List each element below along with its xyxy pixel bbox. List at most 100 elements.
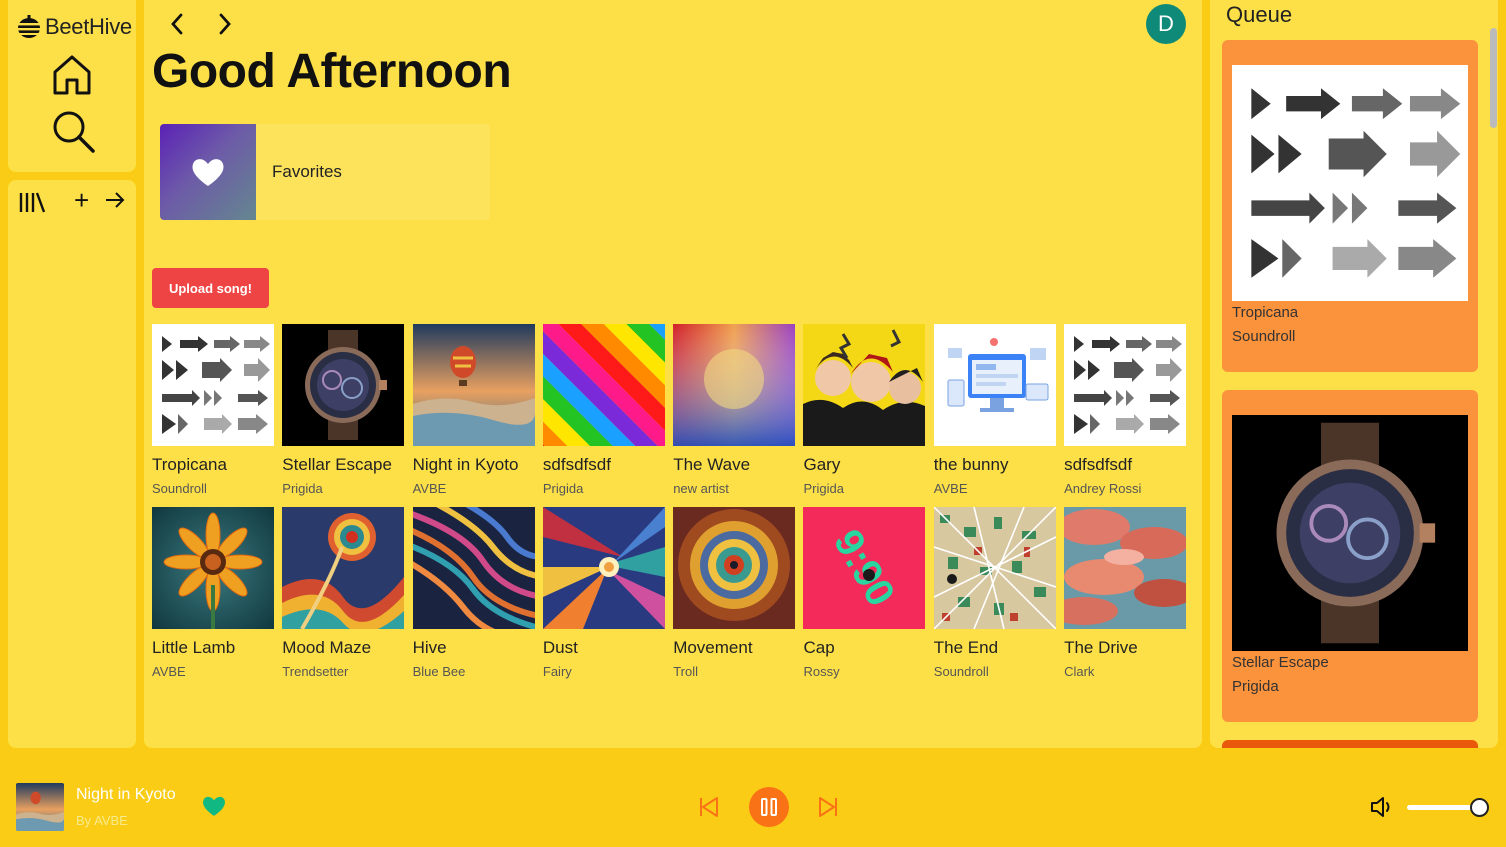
volume-button[interactable] [1369,795,1395,824]
album-art [1064,507,1187,629]
song-artist: AVBE [933,481,968,496]
song-title: Mood Maze [282,638,372,657]
album-art [933,324,1056,446]
song-card[interactable]: Tropicana Soundroll [152,324,274,507]
chevron-right-icon [219,13,231,35]
song-card[interactable]: The End Soundroll [933,507,1056,690]
previous-button[interactable] [697,795,721,824]
skip-back-icon [700,797,718,817]
song-card[interactable]: Hive Blue Bee [412,507,535,690]
song-title: sdfsdfsdf [1064,455,1133,474]
volume-icon [1371,797,1390,817]
arrow-right-icon [106,192,125,208]
queue-panel: Queue Tropicana Soundroll Stellar Escape… [1210,0,1498,748]
skip-forward-icon [819,797,837,817]
volume-slider-track[interactable] [1407,805,1479,810]
song-artist: Troll [673,664,698,679]
queue-item-artist: Prigida [1232,678,1279,695]
song-artist: Prigida [282,481,323,496]
song-title: Dust [542,638,578,657]
queue-item[interactable]: Stellar Escape Prigida [1222,390,1478,722]
song-card[interactable]: The Drive Clark [1064,507,1187,690]
next-button[interactable] [816,795,840,824]
song-card[interactable]: Night in Kyoto AVBE [412,324,535,507]
user-avatar[interactable]: D [1146,4,1186,44]
now-playing-artist[interactable]: By AVBE [76,813,128,828]
song-title: Hive [412,638,447,657]
queue-title: Queue [1226,2,1293,27]
search-icon [53,111,95,153]
song-title: sdfsdfsdf [542,455,611,474]
song-card[interactable]: Movement Troll [673,507,796,690]
heart-icon [192,159,224,186]
library-panel: + [8,180,136,748]
song-card[interactable]: The Wave new artist [673,324,796,507]
song-artist: new artist [673,481,729,496]
pause-button[interactable] [749,787,789,827]
queue-item-title: Stellar Escape [1232,654,1329,671]
song-card[interactable]: Gary Prigida [803,324,926,507]
album-art [282,324,405,446]
song-title: Gary [803,455,841,474]
favorites-art [160,124,256,220]
song-title: Tropicana [152,455,227,474]
back-button[interactable] [168,12,186,41]
song-title: Stellar Escape [282,455,392,474]
album-art [152,507,274,629]
app-logo[interactable]: BeetHive [16,14,132,40]
queue-album-art [1232,415,1468,651]
library-button[interactable] [18,190,46,214]
queue-item-artist: Soundroll [1232,328,1296,345]
album-art [933,507,1056,629]
song-artist: AVBE [412,481,447,496]
album-art [673,324,796,446]
album-art [673,507,796,629]
queue-album-art [1232,65,1468,301]
search-button[interactable] [52,110,96,154]
favorites-card[interactable]: Favorites [160,124,490,220]
queue-item[interactable] [1222,740,1478,748]
queue-item[interactable]: Tropicana Soundroll [1222,40,1478,372]
song-grid: Tropicana Soundroll Stellar Escape Prigi… [152,324,1187,690]
album-art [803,324,926,446]
expand-library-button[interactable] [104,190,126,215]
library-icon [19,192,46,213]
like-button[interactable] [202,795,226,822]
song-title: The Wave [673,455,751,474]
nav-panel: BeetHive [8,0,136,172]
heart-icon [203,796,225,816]
home-icon [53,55,91,95]
song-artist: Prigida [542,481,584,496]
queue-item-title: Tropicana [1232,304,1299,321]
song-title: the bunny [933,455,1009,474]
song-artist: Rossy [803,664,840,679]
forward-button[interactable] [216,12,234,41]
pause-icon [761,798,777,816]
home-button[interactable] [52,54,92,96]
song-card[interactable]: sdfsdfsdf Andrey Rossi [1064,324,1187,507]
song-artist: Clark [1064,664,1095,679]
song-card[interactable]: Mood Maze Trendsetter [282,507,405,690]
song-artist: Andrey Rossi [1064,481,1142,496]
song-artist: Soundroll [933,664,989,679]
page-title: Good Afternoon [152,45,512,98]
create-playlist-button[interactable]: + [74,187,89,213]
main-content: D Good Afternoon Favorites Upload song! … [144,0,1202,748]
song-card[interactable]: Dust Fairy [542,507,665,690]
song-card[interactable]: Little Lamb AVBE [152,507,274,690]
queue-scrollbar[interactable] [1490,28,1497,128]
volume-slider-thumb[interactable] [1470,798,1489,817]
now-playing-title[interactable]: Night in Kyoto [76,786,176,804]
song-artist: Blue Bee [412,664,466,679]
song-title: Cap [803,638,835,657]
favorites-label: Favorites [272,162,342,181]
song-card[interactable]: sdfsdfsdf Prigida [542,324,665,507]
song-card[interactable]: Stellar Escape Prigida [282,324,405,507]
song-title: The End [933,638,999,657]
upload-song-button[interactable]: Upload song! [152,268,269,308]
song-card[interactable]: 9:90 Cap Rossy [803,507,926,690]
song-artist: AVBE [152,664,186,679]
song-artist: Trendsetter [282,664,349,679]
song-title: Little Lamb [152,638,236,657]
song-card[interactable]: the bunny AVBE [933,324,1056,507]
